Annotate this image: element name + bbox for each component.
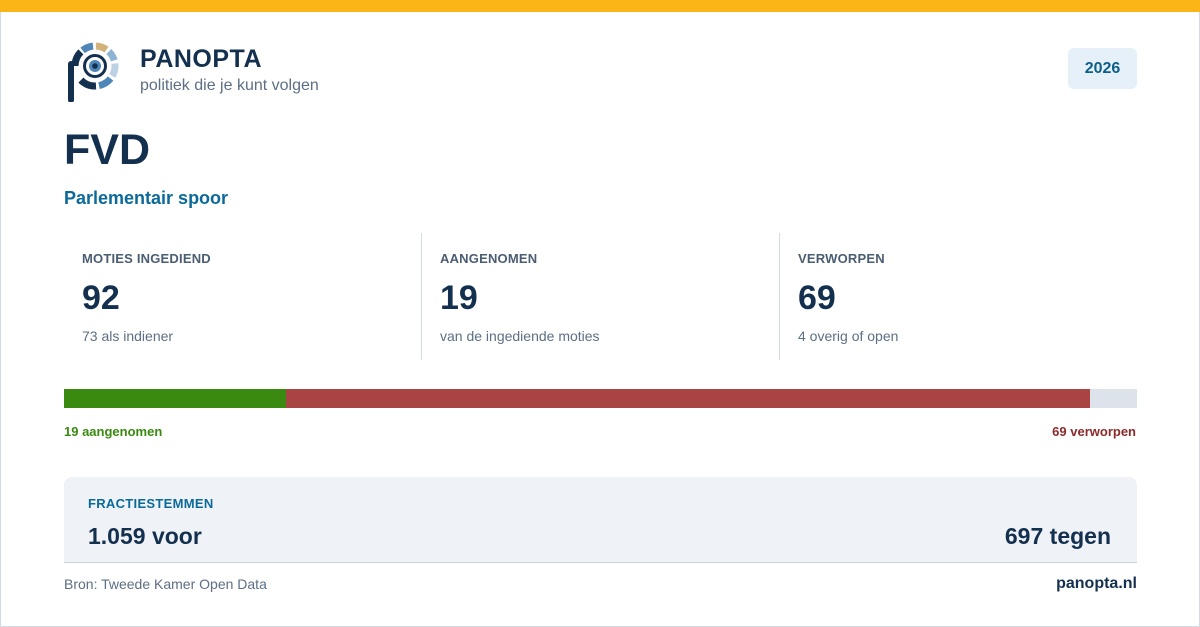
progress-adopted-segment [64,389,286,408]
motions-progress-bar [64,389,1137,408]
stat-subtext: 73 als indiener [82,328,174,344]
stat-aangenomen: AANGENOMEN 19 van de ingediende moties [421,233,779,360]
stat-value: 69 [798,279,836,317]
stat-label: AANGENOMEN [440,251,538,266]
accent-bar [0,0,1200,12]
stat-subtext: van de ingediende moties [440,328,600,344]
progress-rejected-label: 69 verworpen [1052,424,1136,439]
stat-moties-ingediend: MOTIES INGEDIEND 92 73 als indiener [64,233,421,360]
section-subtitle: Parlementair spoor [64,188,229,208]
stat-label: VERWORPEN [798,251,885,266]
votes-against: 697 tegen [1004,523,1111,549]
panopta-eye-logo-icon [68,42,122,103]
stat-value: 92 [82,279,120,317]
stats-row: MOTIES INGEDIEND 92 73 als indiener AANG… [64,233,1137,360]
progress-adopted-label: 19 aangenomen [64,424,163,439]
faction-votes-label: FRACTIESTEMMEN [88,496,214,511]
stat-label: MOTIES INGEDIEND [82,251,211,266]
source-note: Bron: Tweede Kamer Open Data [64,576,267,592]
stat-value: 19 [440,279,478,317]
faction-votes-panel: FRACTIESTEMMEN 1.059 voor 697 tegen [64,477,1137,563]
stat-verworpen: VERWORPEN 69 4 overig of open [779,233,1137,360]
stat-subtext: 4 overig of open [798,328,899,344]
site-link[interactable]: panopta.nl [1056,575,1137,593]
brand-tagline: politiek die je kunt volgen [140,77,319,94]
party-title: FVD [64,126,150,174]
progress-rejected-segment [285,389,1091,408]
brand-name: PANOPTA [140,45,263,73]
votes-for: 1.059 voor [88,523,202,549]
year-badge: 2026 [1068,48,1137,89]
